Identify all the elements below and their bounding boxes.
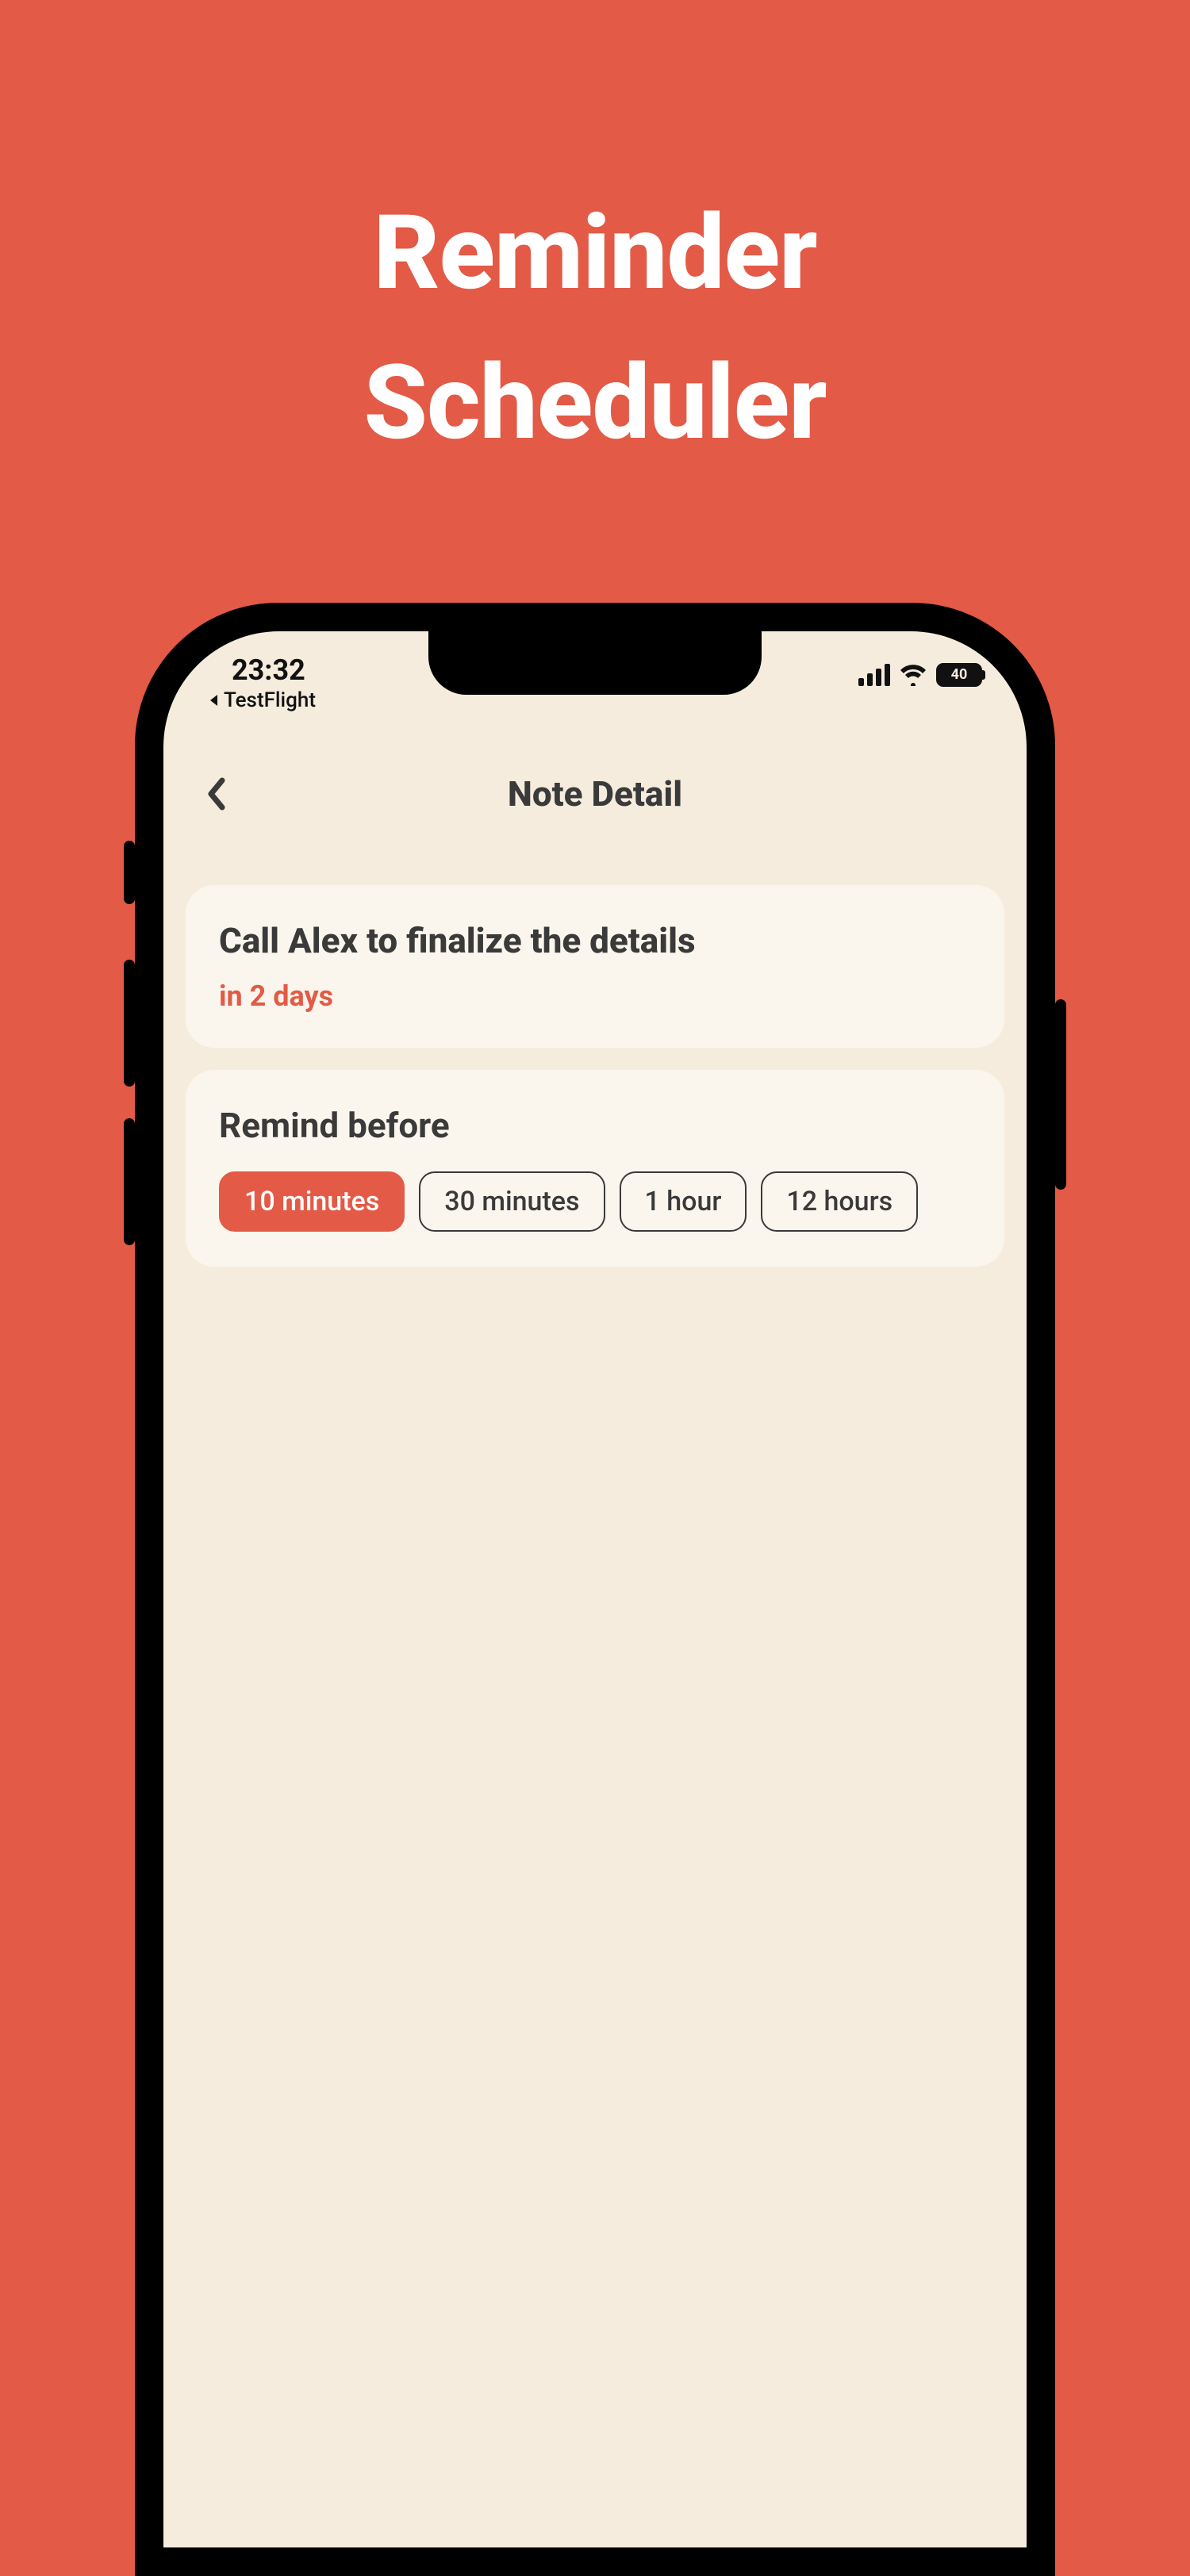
content-area: Call Alex to finalize the details in 2 d… [186, 885, 1004, 1289]
note-title: Call Alex to finalize the details [219, 920, 971, 962]
remind-title: Remind before [219, 1105, 971, 1146]
chevron-left-icon [206, 777, 225, 811]
note-card[interactable]: Call Alex to finalize the details in 2 d… [186, 885, 1004, 1048]
status-back-label: TestFlight [224, 688, 316, 712]
back-button[interactable] [192, 770, 240, 818]
phone-side-button [1055, 999, 1066, 1190]
promo-title-line2: Scheduler [363, 342, 826, 463]
status-back-to-app[interactable]: TestFlight [208, 688, 316, 712]
phone-side-button [124, 960, 135, 1087]
remind-card: Remind before 10 minutes30 minutes1 hour… [186, 1070, 1004, 1267]
remind-option-row[interactable]: 10 minutes30 minutes1 hour12 hours [219, 1171, 971, 1232]
nav-header: Note Detail [163, 758, 1027, 830]
status-right: 40 [858, 654, 982, 687]
battery-icon: 40 [936, 663, 982, 687]
back-triangle-icon [208, 693, 219, 707]
battery-level: 40 [940, 668, 978, 682]
wifi-icon [900, 664, 927, 686]
remind-option-chip[interactable]: 12 hours [761, 1171, 918, 1232]
remind-option-chip[interactable]: 30 minutes [419, 1171, 605, 1232]
phone-side-button [124, 1118, 135, 1245]
remind-option-chip[interactable]: 1 hour [620, 1171, 747, 1232]
cellular-signal-icon [858, 664, 890, 686]
page-title: Note Detail [508, 773, 682, 815]
note-due: in 2 days [219, 979, 971, 1013]
status-left: 23:32 TestFlight [208, 654, 316, 712]
phone-side-button [124, 841, 135, 904]
status-time: 23:32 [208, 654, 305, 687]
phone-screen: 23:32 TestFlight 40 [163, 631, 1027, 2547]
promo-title: Reminder Scheduler [0, 178, 1190, 477]
phone-device-frame: 23:32 TestFlight 40 [135, 603, 1055, 2576]
phone-notch [428, 631, 762, 695]
promo-title-line1: Reminder [373, 192, 816, 313]
remind-option-chip[interactable]: 10 minutes [219, 1171, 405, 1232]
